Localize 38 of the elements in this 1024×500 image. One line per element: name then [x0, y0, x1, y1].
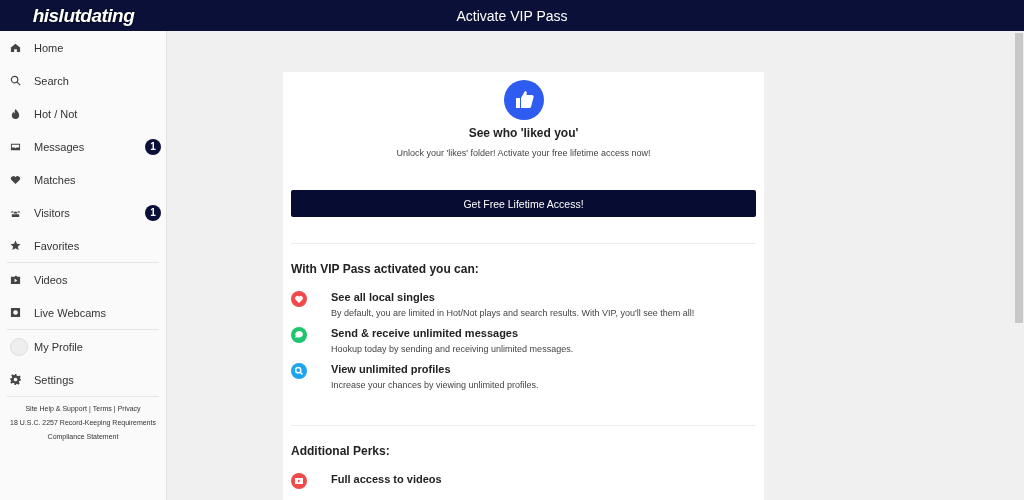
feature-description: Increase your chances by viewing unlimited profiles. — [331, 380, 539, 390]
nav-item[interactable]: Videos — [0, 263, 166, 296]
page-title: Activate VIP Pass — [456, 7, 568, 24]
nav-item[interactable]: My Profile — [0, 330, 166, 363]
section-title: Additional Perks: — [291, 444, 390, 458]
nav-item[interactable]: Live Webcams — [0, 296, 166, 329]
nav-item[interactable]: Settings — [0, 363, 166, 396]
flame-icon — [10, 108, 21, 119]
card-heading: See who 'liked you' — [468, 126, 579, 140]
search-icon — [10, 75, 21, 86]
nav-item[interactable]: Search — [0, 64, 166, 97]
home-icon — [10, 42, 21, 53]
gear-icon — [10, 374, 21, 385]
count-badge: 1 — [145, 138, 161, 155]
avatar-icon — [10, 337, 28, 356]
site-logo[interactable]: hislutdating — [32, 4, 135, 27]
nav-item[interactable]: Hot / Not — [0, 97, 166, 130]
card-subtitle: Unlock your 'likes' folder! Activate your free lifetime access now! — [396, 148, 651, 158]
thumbs-up-icon — [503, 80, 544, 120]
feature-description: By default, you are limited in Hot/Not plays and search results. With VIP, you'll see them all! — [331, 308, 695, 318]
section-title: With VIP Pass activated you can: — [291, 262, 479, 276]
count-badge: 1 — [145, 204, 161, 221]
nav-item[interactable]: Matches — [0, 163, 166, 196]
inbox-icon — [10, 141, 21, 152]
feature-title: Send & receive unlimited messages — [331, 327, 520, 339]
feature-description: Hookup today by sending and receiving unlimited messages. — [331, 344, 574, 354]
nav-item[interactable]: Visitors 1 — [0, 196, 166, 229]
camera-icon — [10, 307, 21, 318]
feature-title: See all local singles — [331, 291, 436, 303]
nav-item[interactable]: Home — [0, 31, 166, 64]
nav-item[interactable]: Messages 1 — [0, 130, 166, 163]
feature-title: Full access to videos — [331, 473, 442, 485]
heart-icon — [10, 174, 21, 185]
nav-item[interactable]: Favorites — [0, 229, 166, 262]
get-access-button[interactable]: Get Free Lifetime Access! — [291, 190, 756, 217]
feature-title: View unlimited profiles — [331, 363, 452, 375]
star-icon — [10, 240, 21, 251]
video-icon — [10, 274, 21, 285]
